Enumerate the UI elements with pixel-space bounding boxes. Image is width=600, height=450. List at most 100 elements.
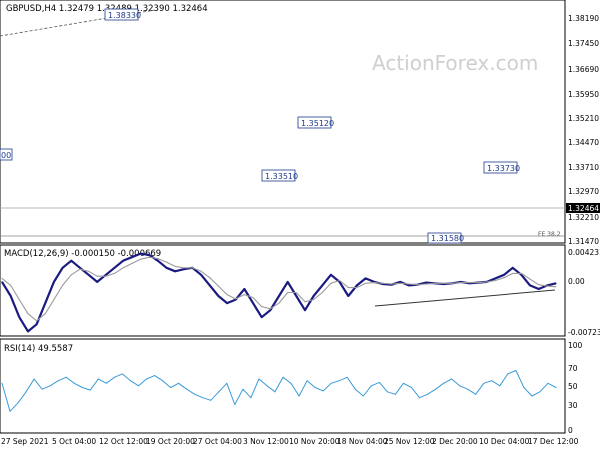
rsi-data-point [17, 402, 19, 404]
macd-data-point [217, 295, 219, 297]
left-edge-label-text: 00 [1, 151, 11, 160]
signal-data-point [555, 286, 557, 288]
x-axis: 27 Sep 2021 5 Oct 04:00 12 Oct 12:00 19 … [1, 437, 579, 446]
rsi-data-point [218, 391, 220, 393]
signal-data-point [70, 274, 72, 276]
rsi-data-point [443, 382, 445, 384]
signal-data-point [105, 275, 107, 277]
rsi-data-point [1, 382, 3, 384]
macd-data-point [165, 267, 168, 269]
macd-data-point [330, 274, 332, 276]
rsi-data-point [531, 395, 533, 397]
rsi-data-point [49, 385, 51, 387]
rsi-data-point [290, 382, 292, 384]
macd-data-point [287, 281, 289, 283]
macd-data-point [365, 277, 367, 279]
macd-data-point [200, 274, 202, 276]
signal-data-point [27, 313, 29, 315]
macd-data-point [425, 282, 427, 284]
current-price-text: 1.32464 [568, 204, 599, 213]
signal-data-point [166, 261, 167, 263]
rsi-data-point [330, 382, 332, 384]
signal-data-point [122, 267, 124, 269]
price-y-tick: 1.35210 [568, 114, 599, 123]
rsi-data-point [507, 373, 509, 375]
rsi-data-point [411, 387, 412, 388]
macd-data-point [157, 260, 159, 262]
macd-data-point [304, 309, 306, 311]
price-y-tick: 1.37450 [568, 39, 599, 48]
price-label-1.31580: 1.31580 [427, 232, 464, 244]
macd-data-point [113, 267, 116, 269]
macd-y-tick: -0.00723 [568, 328, 600, 337]
signal-data-point [538, 284, 540, 286]
macd-data-point [131, 256, 133, 258]
signal-data-point [114, 272, 115, 274]
rsi-data-point [250, 397, 252, 399]
macd-data-point [278, 295, 280, 297]
macd-data-point [269, 309, 271, 311]
signal-data-point [339, 280, 341, 281]
signal-data-point [486, 281, 488, 283]
macd-data-point [209, 284, 211, 286]
signal-data-point [425, 283, 427, 285]
macd-data-point [261, 316, 263, 318]
rsi-data-point [475, 393, 477, 395]
rsi-data-point [113, 376, 115, 378]
x-tick: 18 Nov 04:00 [337, 437, 388, 446]
rsi-data-point [130, 380, 131, 382]
macd-data-point [174, 270, 176, 272]
price-label-1.33510: 1.33510 [261, 169, 298, 182]
rsi-data-point [65, 376, 67, 378]
price-y-tick: 1.35950 [568, 90, 599, 99]
signal-data-point [88, 270, 90, 272]
rsi-data-point [435, 388, 437, 390]
macd-y-tick: 0.004231 [568, 248, 600, 257]
macd-data-point [313, 295, 315, 297]
x-tick: 17 Dec 12:00 [528, 437, 579, 446]
signal-data-point [321, 292, 323, 293]
macd-y-tick: 0.00 [568, 277, 585, 286]
rsi-data-point [483, 382, 485, 384]
signal-data-point [174, 265, 176, 267]
macd-data-point [399, 281, 401, 283]
rsi-data-point [97, 378, 99, 380]
signal-data-point [382, 282, 384, 284]
rsi-data-point [274, 391, 276, 393]
signal-data-point [235, 298, 237, 300]
macd-data-point [321, 284, 323, 286]
signal-data-point [157, 258, 159, 260]
signal-data-point [183, 267, 185, 269]
price-y-tick: 1.36690 [568, 65, 599, 74]
rsi-data-point [419, 397, 420, 399]
signal-data-point [278, 302, 280, 304]
signal-data-point [200, 270, 202, 272]
rsi-data-point [138, 385, 139, 387]
price-label-text: 1.33510 [265, 172, 298, 181]
macd-data-point [10, 295, 12, 297]
rsi-data-point [121, 373, 123, 375]
rsi-data-point [354, 388, 356, 390]
macd-data-point [555, 282, 557, 284]
x-tick: 27 Oct 04:00 [193, 437, 242, 446]
rsi-data-point [427, 393, 428, 395]
signal-data-point [131, 263, 133, 264]
macd-data-point [295, 295, 297, 297]
rsi-data-point [346, 376, 348, 378]
rsi-data-point [33, 378, 35, 380]
macd-data-point [226, 302, 228, 304]
signal-data-point [399, 282, 401, 284]
rsi-pane-title: RSI(14) 49.5587 [4, 344, 73, 354]
signal-data-point [494, 280, 496, 281]
rsi-data-point [162, 380, 164, 382]
signal-data-point [1, 277, 3, 279]
rsi-y-tick: 70 [568, 364, 578, 373]
rsi-data-point [298, 395, 300, 397]
signal-data-point [373, 282, 375, 284]
macd-data-point [183, 268, 185, 270]
signal-data-point [443, 282, 444, 284]
signal-data-point [226, 294, 228, 296]
rsi-data-point [378, 381, 380, 383]
price-y-tick: 1.38190 [568, 14, 599, 23]
signal-data-point [356, 287, 358, 289]
